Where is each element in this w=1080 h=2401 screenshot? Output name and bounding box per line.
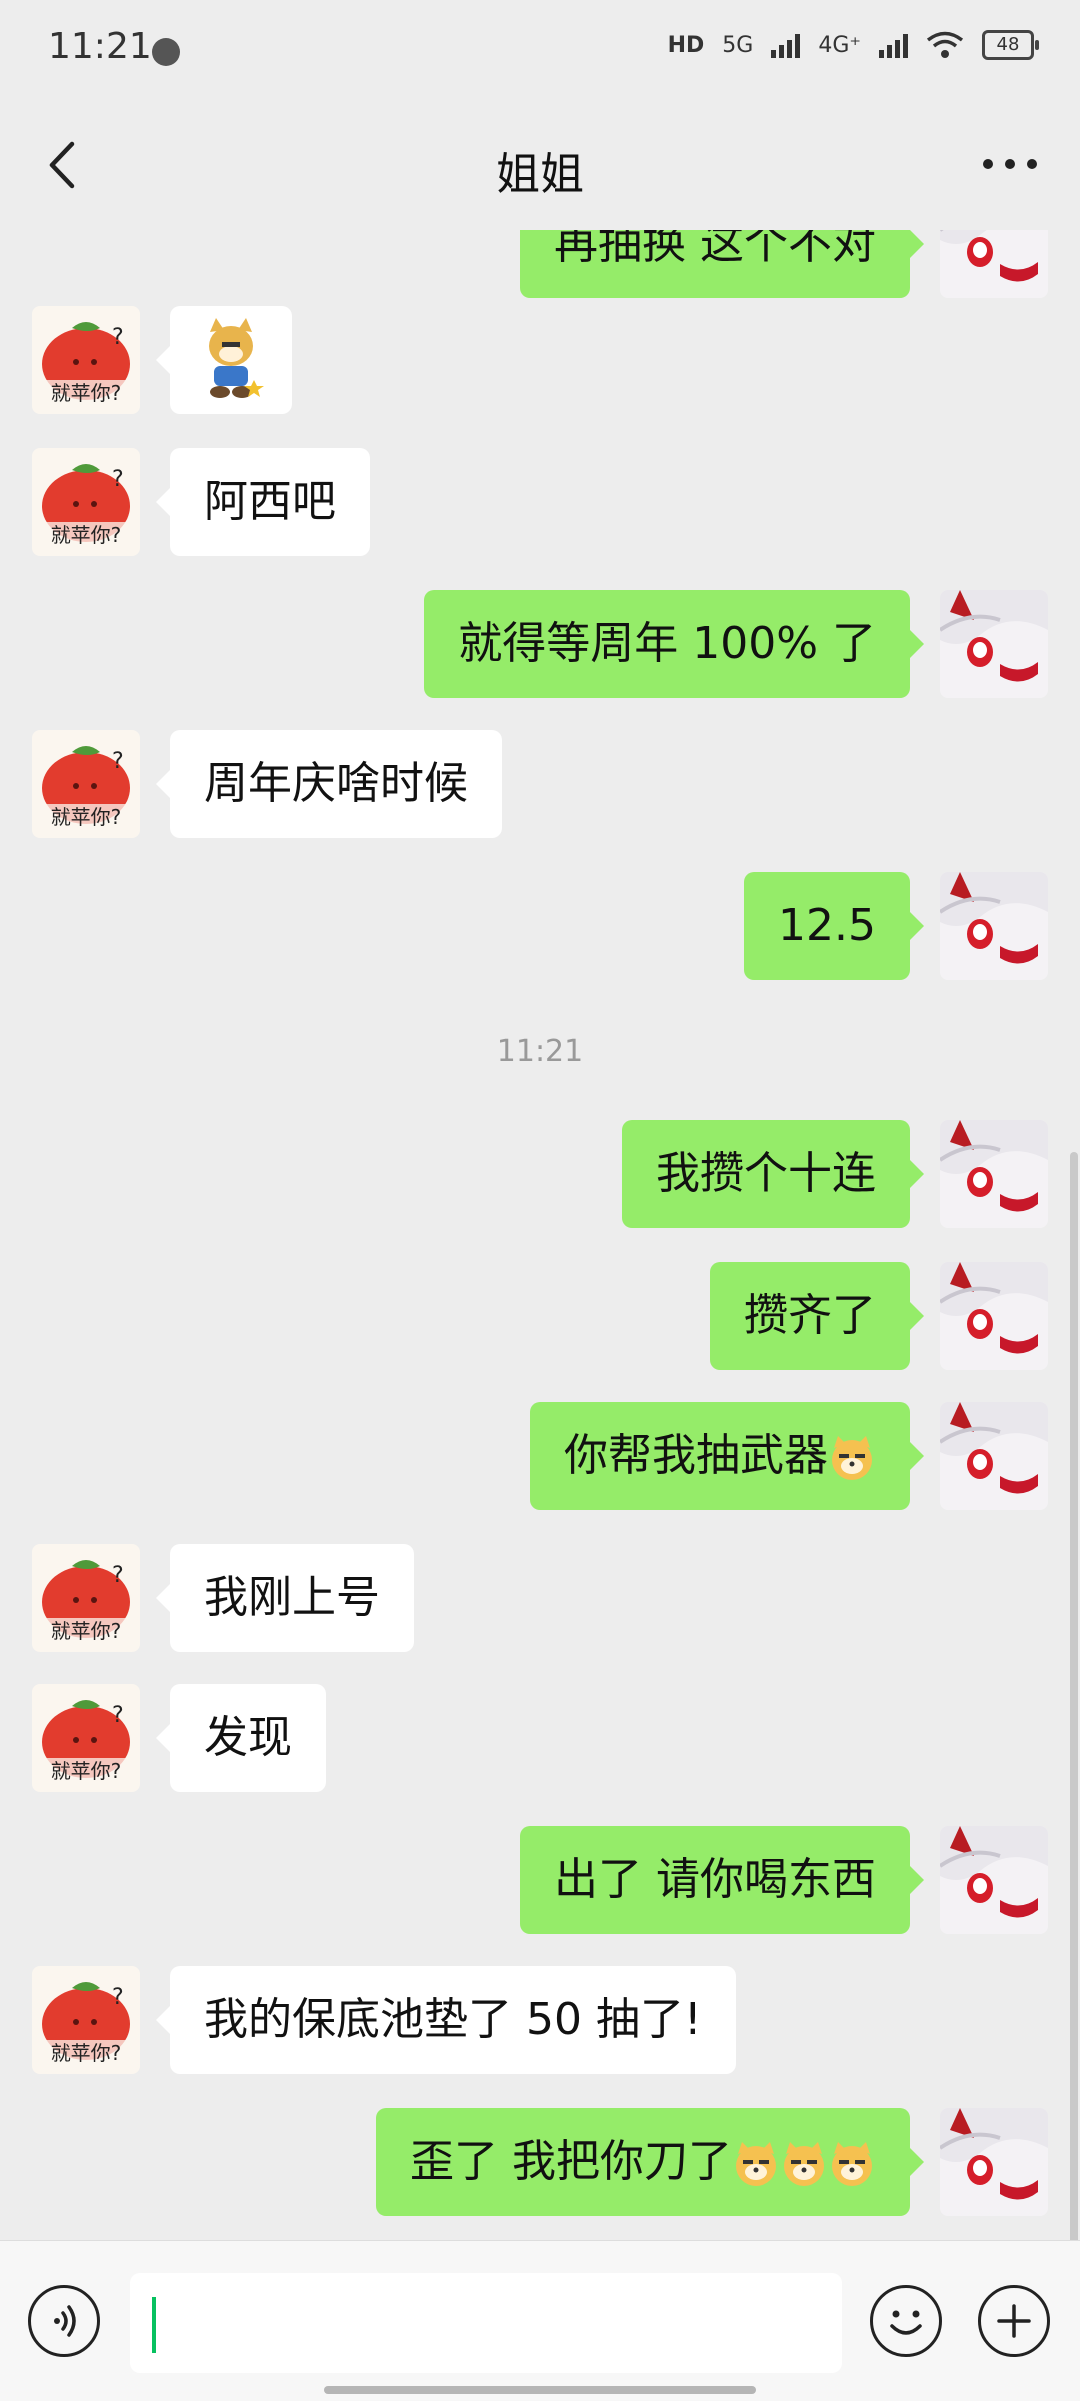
status-icons: HD 5G 4G⁺ 48: [667, 30, 1039, 60]
doge-emoji-icon: [784, 2142, 824, 2186]
chat-title: 姐姐: [496, 149, 584, 200]
message-bubble[interactable]: 我的保底池垫了 50 抽了!: [156, 1966, 736, 2074]
message-bubble[interactable]: 发现: [156, 1684, 326, 1792]
self-avatar[interactable]: [940, 1826, 1048, 1934]
notification-icon: [152, 38, 180, 66]
wifi-icon: [926, 31, 964, 58]
avatar-caption: 就苹你?: [51, 381, 122, 405]
svg-text:?: ?: [112, 1985, 124, 2010]
svg-text:?: ?: [112, 749, 124, 774]
message-bubble[interactable]: 12.5: [744, 872, 924, 980]
more-icon[interactable]: [978, 152, 1042, 176]
avatar-caption: 就苹你?: [51, 805, 122, 829]
message-timestamp: 11:21: [496, 1034, 584, 1069]
emoji-icon: [890, 2310, 922, 2335]
battery-icon: 48: [982, 30, 1039, 60]
avatar-caption: 就苹你?: [51, 523, 122, 547]
plus-button[interactable]: [978, 2285, 1050, 2357]
voice-icon: [54, 2305, 76, 2337]
self-avatar[interactable]: [940, 230, 1048, 298]
contact-avatar[interactable]: ? 就苹你?: [32, 1966, 140, 2074]
contact-avatar[interactable]: ? 就苹你?: [32, 448, 140, 556]
svg-text:?: ?: [112, 1563, 124, 1588]
message-bubble[interactable]: 歪了 我把你刀了: [376, 2108, 924, 2216]
chat-area[interactable]: 再抽换 这个不对 ? 就苹你? ? 就苹你? 阿西吧 就得等周年 100% 了 ? 就…: [0, 230, 1080, 2240]
self-avatar[interactable]: [940, 590, 1048, 698]
input-bar: [0, 2240, 1080, 2401]
contact-avatar[interactable]: ? 就苹你?: [32, 1544, 140, 1652]
signal-4g-icon: [879, 32, 908, 58]
contact-avatar[interactable]: ? 就苹你?: [32, 306, 140, 414]
message-input[interactable]: [130, 2273, 842, 2373]
network-5g-label: 5G: [722, 32, 754, 58]
status-time: 11:21: [48, 26, 152, 67]
message-bubble[interactable]: 阿西吧: [156, 448, 370, 556]
plus-icon: [997, 2304, 1031, 2338]
signal-5g-icon: [771, 32, 801, 58]
contact-avatar[interactable]: ? 就苹你?: [32, 730, 140, 838]
avatar-caption: 就苹你?: [51, 1619, 122, 1643]
message-bubble[interactable]: 我刚上号: [156, 1544, 414, 1652]
text-caret: [152, 2297, 156, 2353]
message-bubble[interactable]: 出了 请你喝东西: [520, 1826, 924, 1934]
doge-emoji-icon: [832, 1436, 872, 1480]
contact-avatar[interactable]: ? 就苹你?: [32, 1684, 140, 1792]
message-text: 歪了 我把你刀了: [410, 2136, 732, 2187]
doge-emoji-icon: [832, 2142, 872, 2186]
voice-button[interactable]: [28, 2285, 100, 2357]
doge-emoji-icon: [736, 2142, 776, 2186]
chat-scrollbar[interactable]: [1070, 1152, 1078, 2247]
status-bar: 11:21 HD 5G 4G⁺ 48: [0, 0, 1080, 100]
network-4g-label: 4G⁺: [818, 32, 861, 58]
message-text: 你帮我抽武器: [564, 1430, 828, 1481]
self-avatar[interactable]: [940, 1120, 1048, 1228]
message-bubble[interactable]: 周年庆啥时候: [156, 730, 502, 838]
message-bubble[interactable]: 你帮我抽武器: [530, 1402, 924, 1510]
self-avatar[interactable]: [940, 1402, 1048, 1510]
message-bubble[interactable]: 我攒个十连: [622, 1120, 924, 1228]
home-indicator[interactable]: [324, 2386, 756, 2394]
svg-text:?: ?: [112, 1703, 124, 1728]
message-bubble[interactable]: 再抽换 这个不对: [520, 230, 924, 298]
message-bubble[interactable]: 攒齐了: [710, 1262, 924, 1370]
avatar-caption: 就苹你?: [51, 1759, 122, 1783]
svg-text:?: ?: [112, 325, 124, 350]
hd-label: HD: [667, 32, 705, 58]
self-avatar[interactable]: [940, 1262, 1048, 1370]
avatar-caption: 就苹你?: [51, 2041, 122, 2065]
self-avatar[interactable]: [940, 2108, 1048, 2216]
emoji-button[interactable]: [870, 2285, 942, 2357]
message-bubble[interactable]: 就得等周年 100% 了: [424, 590, 924, 698]
self-avatar[interactable]: [940, 872, 1048, 980]
sticker-bubble[interactable]: [156, 306, 292, 414]
svg-text:?: ?: [112, 467, 124, 492]
chat-header: 姐姐: [0, 100, 1080, 230]
doge-sticker-icon: [209, 318, 264, 398]
